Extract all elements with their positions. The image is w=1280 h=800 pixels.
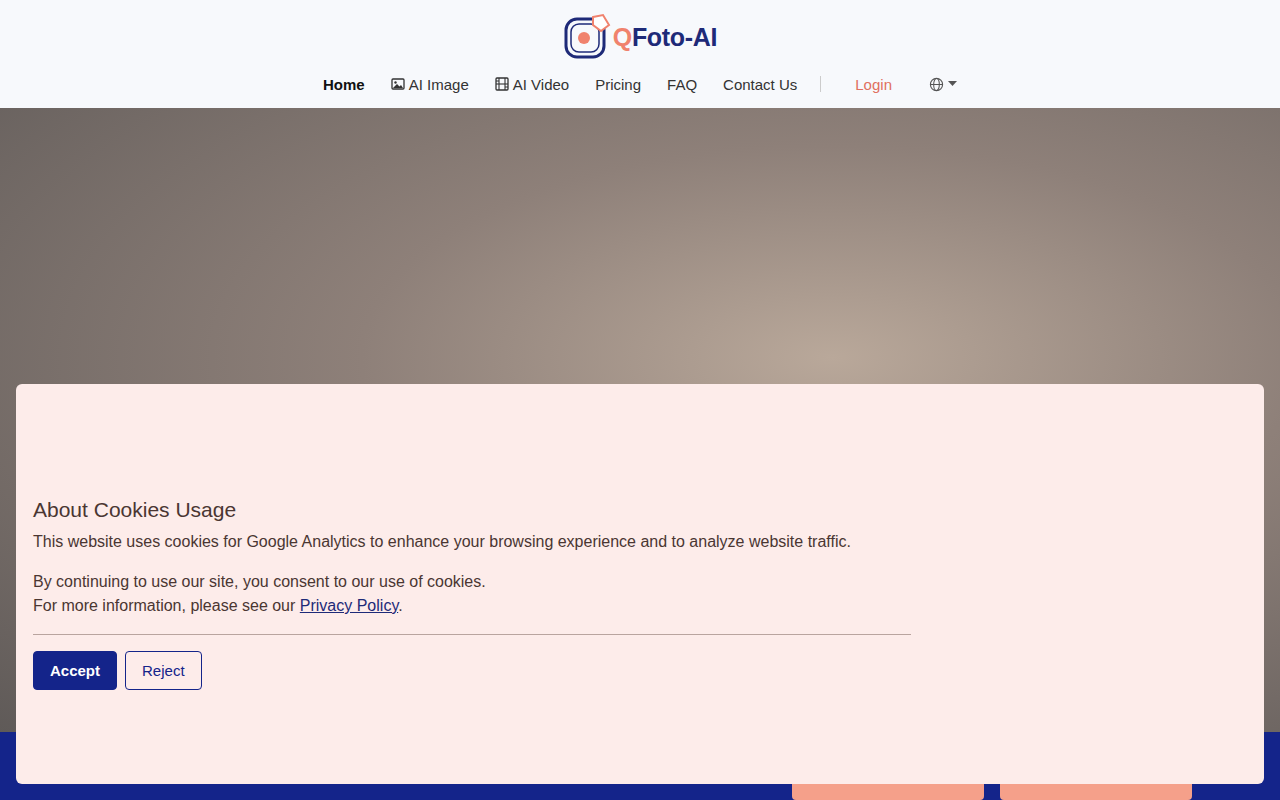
caret-down-icon (948, 81, 957, 87)
main-nav: Home AI Image AI Video Pricing FAQ Contact Us… (310, 72, 970, 96)
nav-item[interactable]: Pricing (582, 76, 654, 93)
cookie-divider (33, 634, 911, 635)
page: QFoto-AI Home AI Image AI Video Pricing FAQ Co… (0, 0, 1280, 800)
film-icon (495, 77, 509, 91)
privacy-policy-link[interactable]: Privacy Policy (300, 597, 398, 614)
cookie-actions: AcceptReject (33, 651, 911, 690)
nav-item-label: AI Image (409, 76, 469, 93)
cookie-title: About Cookies Usage (33, 498, 911, 522)
cookie-consent: By continuing to use our site, you conse… (33, 570, 911, 594)
logo-text-part: Q (613, 23, 632, 51)
nav-item[interactable]: AI Image (378, 76, 482, 93)
cookie-button[interactable]: Accept (33, 651, 117, 690)
cookie-more-info: For more information, please see our Pri… (33, 594, 911, 618)
logo[interactable]: QFoto-AI (563, 12, 718, 62)
nav-item[interactable]: FAQ (654, 76, 710, 93)
nav-item-label: FAQ (667, 76, 697, 93)
header: QFoto-AI Home AI Image AI Video Pricing FAQ Co… (0, 0, 1280, 108)
cookie-content: About Cookies Usage This website uses coo… (33, 478, 911, 690)
camera-logo-icon (563, 13, 611, 61)
nav-item[interactable]: Home (310, 76, 378, 93)
globe-icon (929, 77, 944, 92)
image-icon (391, 77, 405, 91)
cookie-button[interactable]: Reject (125, 651, 202, 690)
nav-item[interactable]: AI Video (482, 76, 582, 93)
nav-item-label: AI Video (513, 76, 569, 93)
nav-separator (820, 76, 821, 92)
nav-item-label: Contact Us (723, 76, 797, 93)
logo-text: QFoto-AI (613, 23, 718, 52)
nav-item[interactable]: Contact Us (710, 76, 810, 93)
login-link[interactable]: Login (831, 76, 916, 93)
cookie-intro: This website uses cookies for Google Ana… (33, 530, 911, 554)
nav-item-label: Pricing (595, 76, 641, 93)
nav-item-label: Home (323, 76, 365, 93)
logo-text-part: Foto-AI (632, 23, 717, 51)
language-switcher[interactable] (916, 77, 970, 92)
cookie-banner: About Cookies Usage This website uses coo… (16, 384, 1264, 784)
